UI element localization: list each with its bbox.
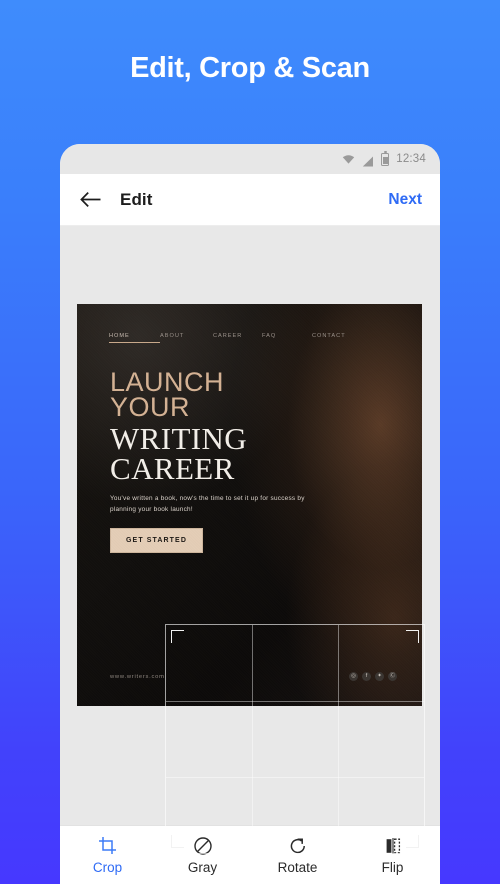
- poster-url: www.writers.com: [110, 673, 165, 680]
- crop-icon: [98, 836, 118, 856]
- grayscale-icon: [193, 836, 213, 856]
- promo-headline: Edit, Crop & Scan: [130, 52, 370, 84]
- poster-footer: www.writers.com ◎ f ✦ Ⓒ: [110, 672, 397, 681]
- poster-headline: WRITING CAREER: [110, 421, 350, 486]
- poster-headline-line-1: WRITING: [110, 421, 248, 457]
- toolbar-label-crop: Crop: [92, 859, 123, 875]
- edit-toolbar: Crop Gray Rotate Flip: [60, 825, 440, 884]
- poster-body: LAUNCH YOUR WRITING CAREER You've writte…: [110, 368, 350, 553]
- phone-mockup: 12:34 Edit Next HOME ABOUT CAREER FAQ CO…: [60, 144, 440, 884]
- toolbar-item-crop[interactable]: Crop: [60, 836, 155, 875]
- poster-social-links: ◎ f ✦ Ⓒ: [349, 672, 397, 681]
- page-title: Edit: [120, 189, 153, 209]
- toolbar-label-flip: Flip: [381, 859, 404, 875]
- wifi-icon: [342, 154, 355, 164]
- poster-nav-item-home: HOME: [109, 333, 160, 343]
- toolbar-item-rotate[interactable]: Rotate: [250, 836, 345, 875]
- battery-icon: [381, 150, 390, 166]
- poster-nav-item-contact: CONTACT: [312, 333, 346, 339]
- pinterest-icon: Ⓒ: [388, 672, 397, 681]
- toolbar-label-gray: Gray: [187, 859, 218, 875]
- editor-canvas[interactable]: HOME ABOUT CAREER FAQ CONTACT LAUNCH YOU…: [60, 226, 440, 854]
- poster-kicker-line-2: YOUR: [110, 392, 191, 423]
- rotate-icon: [288, 836, 308, 856]
- arrow-left-icon[interactable]: [78, 187, 104, 213]
- crop-grid-line-horizontal-2: [166, 776, 424, 778]
- facebook-icon: f: [362, 672, 371, 681]
- poster-nav-item-career: CAREER: [213, 333, 243, 339]
- status-time: 12:34: [396, 153, 426, 165]
- toolbar-label-rotate: Rotate: [277, 859, 318, 875]
- poster-headline-line-2: CAREER: [110, 450, 235, 486]
- instagram-icon: ◎: [349, 672, 358, 681]
- poster-nav: HOME ABOUT CAREER FAQ CONTACT: [109, 333, 402, 343]
- twitter-icon: ✦: [375, 672, 384, 681]
- photo-preview[interactable]: HOME ABOUT CAREER FAQ CONTACT LAUNCH YOU…: [77, 304, 422, 706]
- flip-icon: [383, 836, 403, 856]
- signal-icon: [362, 154, 374, 166]
- poster-cta-button: GET STARTED: [110, 527, 203, 553]
- toolbar-item-gray[interactable]: Gray: [155, 836, 250, 875]
- status-bar: 12:34: [60, 144, 440, 174]
- app-bar: Edit Next: [60, 174, 440, 226]
- poster-body-text: You've written a book, now's the time to…: [110, 494, 305, 513]
- next-button[interactable]: Next: [388, 191, 422, 209]
- toolbar-item-flip[interactable]: Flip: [345, 836, 440, 875]
- poster-kicker: LAUNCH YOUR: [110, 368, 350, 423]
- poster-nav-item-about: ABOUT: [160, 333, 185, 339]
- poster-nav-item-faq: FAQ: [262, 333, 277, 339]
